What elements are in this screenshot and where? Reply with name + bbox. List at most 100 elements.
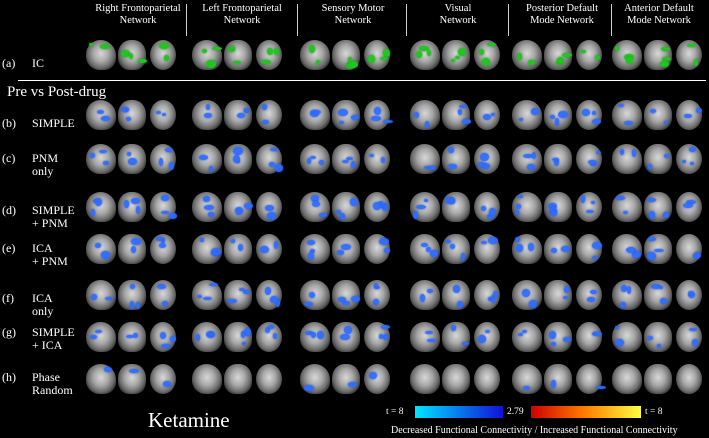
brain-slice-sag [300, 280, 330, 310]
decrease-overlay-blob [620, 302, 626, 308]
brain-slice-sag [410, 234, 440, 264]
decrease-overlay-blob [516, 244, 523, 252]
decrease-overlay-blob [235, 207, 243, 215]
decrease-overlay-blob [274, 241, 278, 249]
brain-slice-cor [442, 364, 470, 394]
decrease-overlay-blob [341, 244, 351, 250]
decrease-overlay-blob [104, 367, 112, 372]
decrease-overlay-blob [338, 109, 348, 116]
decrease-overlay-blob [480, 153, 489, 161]
decrease-overlay-blob [244, 328, 251, 336]
decrease-overlay-blob [518, 333, 523, 336]
decrease-overlay-blob [336, 210, 341, 214]
ic-overlay-blob [660, 61, 669, 67]
decrease-overlay-blob [209, 166, 213, 172]
brain-slice-axi [256, 364, 282, 394]
brain-slice-axi [676, 192, 702, 222]
decrease-overlay-blob [527, 164, 535, 170]
decrease-overlay-blob [618, 104, 624, 107]
decrease-overlay-blob [99, 150, 107, 153]
decrease-overlay-blob [169, 162, 174, 170]
decrease-overlay-blob [262, 120, 269, 124]
decrease-overlay-blob [233, 155, 240, 163]
decrease-overlay-blob [340, 334, 350, 340]
header-visual: Visual Network [410, 3, 506, 27]
brain-slice-cor [644, 144, 672, 174]
brain-slice-sag [192, 40, 222, 70]
row-index: (h) [2, 370, 16, 384]
decrease-overlay-blob [491, 113, 495, 116]
decrease-overlay-blob [689, 147, 696, 152]
row-name-2: + PNM [32, 216, 68, 230]
ic-overlay-blob [206, 60, 216, 68]
decrease-overlay-blob [682, 160, 686, 163]
brain-slice-sag [192, 234, 222, 264]
brain-slice-sag [512, 280, 542, 310]
brain-slice-axi [150, 192, 177, 222]
brain-slice-sag [300, 40, 330, 70]
decrease-overlay-blob [549, 331, 556, 339]
row-name-2: only [32, 304, 54, 318]
decrease-overlay-blob [199, 155, 208, 160]
brain-slice-sag [86, 144, 116, 174]
ic-overlay-blob [416, 51, 422, 58]
decrease-overlay-blob [373, 202, 381, 210]
brain-slice-axi [150, 144, 176, 174]
header-line1: Right Frontoparietal [95, 3, 181, 14]
decrease-overlay-blob [208, 333, 214, 336]
header-line1: Sensory Motor [321, 3, 385, 14]
decrease-overlay-blob [592, 332, 602, 336]
brain-slice-cor [118, 40, 147, 70]
brain-slice-cor [442, 192, 470, 222]
ic-overlay-blob [427, 50, 431, 56]
header-line2: Mode Network [530, 15, 594, 26]
decrease-overlay-blob [131, 246, 136, 253]
header-line1: Posterior Default [525, 3, 599, 14]
decrease-overlay-blob [551, 210, 557, 216]
decrease-overlay-blob [478, 162, 485, 167]
ic-overlay-blob [380, 57, 388, 60]
decrease-overlay-blob [162, 301, 168, 306]
decrease-overlay-blob [91, 209, 95, 216]
decrease-overlay-blob [340, 213, 345, 220]
row-label-f: (f) ICA only [2, 292, 53, 318]
decrease-overlay-blob [373, 299, 379, 305]
brain-slice-axi [576, 100, 602, 130]
ic-overlay-blob [615, 46, 619, 51]
decrease-overlay-blob [239, 288, 245, 291]
decrease-overlay-blob [688, 291, 694, 295]
decrease-overlay-blob [351, 115, 359, 120]
decrease-overlay-blob [488, 237, 498, 244]
brain-slice-cor [644, 192, 672, 222]
decrease-overlay-blob [304, 302, 313, 306]
brain-slice-axi [256, 40, 282, 70]
brain-slice-sag [612, 192, 642, 222]
decrease-overlay-blob [450, 244, 455, 249]
decrease-overlay-blob [241, 331, 245, 338]
brain-slice-cor [544, 322, 572, 352]
brain-slice-sag [300, 364, 330, 394]
decrease-overlay-blob [462, 119, 471, 124]
decrease-overlay-blob [244, 203, 253, 209]
ic-overlay-blob [202, 49, 207, 53]
decrease-overlay-blob [493, 291, 498, 298]
decrease-overlay-blob [518, 195, 523, 198]
ic-overlay-blob [274, 48, 279, 55]
brain-slice-cor [332, 364, 360, 394]
brain-slice-axi [676, 144, 702, 174]
brain-slice-cor [224, 364, 252, 394]
row-name: SIMPLE [32, 325, 75, 339]
decrease-overlay-blob [563, 337, 571, 342]
brain-slice-cor [544, 40, 572, 70]
decrease-overlay-blob [481, 241, 487, 244]
brain-slice-axi [256, 144, 283, 174]
decrease-overlay-blob [592, 256, 598, 259]
brain-slice-axi [150, 40, 176, 70]
decrease-overlay-blob [269, 162, 275, 167]
decrease-overlay-blob [555, 118, 559, 126]
decrease-overlay-blob [586, 210, 594, 213]
brain-slice-cor [118, 234, 146, 264]
decrease-overlay-blob [169, 213, 177, 219]
decrease-overlay-blob [654, 249, 664, 252]
decrease-overlay-blob [156, 237, 164, 241]
